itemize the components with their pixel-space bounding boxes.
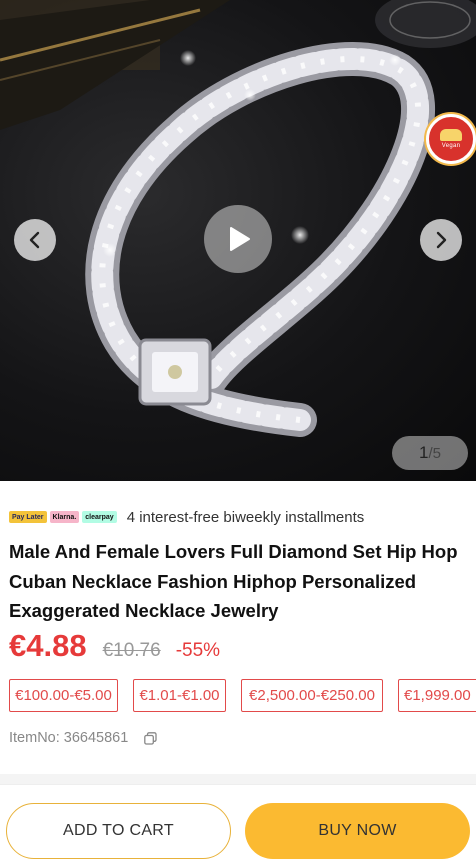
add-to-cart-button[interactable]: ADD TO CART [6, 803, 231, 859]
item-number-row: ItemNo: 36645861 [9, 730, 157, 746]
clearpay-logo: clearpay [82, 511, 117, 523]
crown-icon [440, 129, 462, 141]
product-image-gallery[interactable]: Vegan 1 /5 [0, 0, 476, 481]
paypal-paylater-logo: Pay Later [9, 511, 47, 523]
store-badge-text: Vegan [441, 143, 461, 149]
next-image-button[interactable] [420, 219, 462, 261]
installments-row[interactable]: Pay Later Klarna. clearpay 4 interest-fr… [9, 507, 364, 527]
copy-icon[interactable] [144, 731, 157, 745]
bottom-action-bar: ADD TO CART BUY NOW [0, 784, 476, 863]
original-price: €10.76 [102, 640, 161, 661]
section-divider [0, 774, 476, 784]
product-title: Male And Female Lovers Full Diamond Set … [9, 541, 458, 621]
previous-image-button[interactable] [14, 219, 56, 261]
coupon-list[interactable]: €100.00-€5.00 €1.01-€1.00 €2,500.00-€250… [9, 679, 476, 712]
coupon-item[interactable]: €1.01-€1.00 [133, 679, 226, 712]
coupon-item[interactable]: €100.00-€5.00 [9, 679, 118, 712]
play-video-button[interactable] [204, 205, 272, 273]
klarna-logo: Klarna. [49, 511, 80, 523]
store-badge-logo[interactable]: Vegan [426, 114, 476, 164]
item-number: ItemNo: 36645861 [9, 730, 129, 746]
price-row: €4.88 €10.76 -55% [9, 628, 220, 664]
sale-price: €4.88 [9, 628, 87, 663]
buy-now-button[interactable]: BUY NOW [245, 803, 470, 859]
chevron-left-icon [29, 231, 40, 249]
image-counter-current: 1 [419, 443, 429, 462]
image-counter-total: /5 [428, 444, 441, 462]
discount-badge: -55% [175, 640, 221, 661]
coupon-item[interactable]: €1,999.00 [398, 679, 476, 712]
chevron-right-icon [436, 231, 447, 249]
image-counter: 1 /5 [392, 436, 468, 470]
coupon-item[interactable]: €2,500.00-€250.00 [241, 679, 383, 712]
play-icon [230, 227, 250, 251]
installments-text: 4 interest-free biweekly installments [126, 508, 365, 526]
